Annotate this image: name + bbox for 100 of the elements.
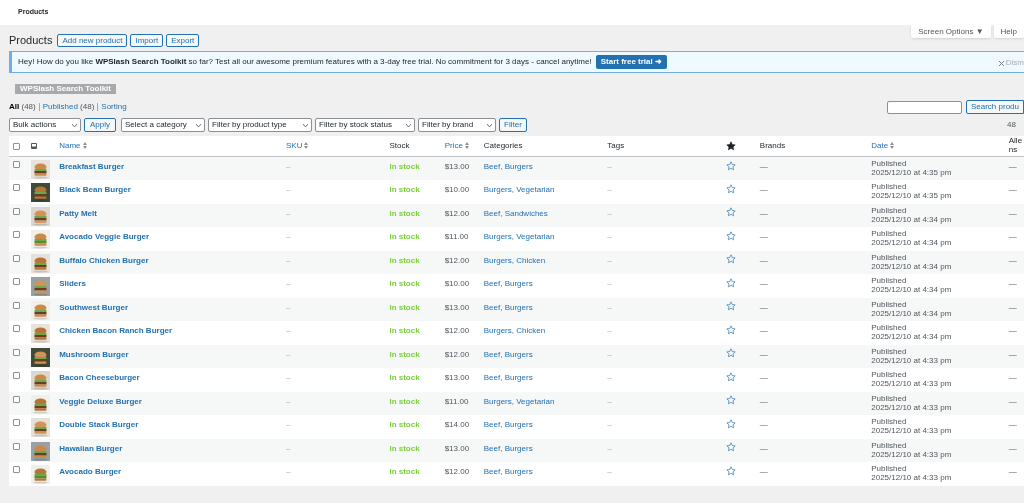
product-name-link[interactable]: Buffalo Chicken Burger (59, 255, 149, 265)
checkbox[interactable] (13, 207, 20, 215)
star-icon[interactable] (725, 371, 736, 382)
sku-text: – (286, 349, 291, 359)
product-name-link[interactable]: Avocado Veggie Burger (59, 232, 150, 241)
sku-text: – (286, 232, 291, 241)
category-links[interactable]: Beef, Burgers (483, 302, 533, 312)
column-header[interactable]: Name (59, 141, 87, 150)
star-icon[interactable] (725, 160, 736, 171)
checkbox[interactable] (13, 161, 20, 168)
header-button[interactable]: Export (166, 33, 200, 47)
product-name-link[interactable]: Breakfast Burger (59, 162, 125, 171)
screen-tab[interactable]: Help (993, 25, 1024, 38)
category-links[interactable]: Beef, Burgers (483, 349, 533, 359)
star-icon[interactable] (725, 230, 736, 241)
star-icon[interactable] (725, 301, 736, 312)
view-link[interactable]: Published (48) (42, 101, 95, 113)
checkbox[interactable] (13, 142, 20, 150)
status-text: Published (871, 229, 908, 238)
checkbox[interactable] (13, 466, 20, 473)
brands-text: — (759, 162, 768, 171)
star-icon[interactable] (725, 254, 736, 265)
category-links[interactable]: Burgers, Vegetarian (483, 185, 555, 194)
chevron-icon (303, 123, 308, 127)
status-text: Published (871, 159, 908, 168)
screen-tab[interactable]: Screen Options ▼ (911, 25, 991, 38)
price-text: $13.00 (444, 162, 470, 171)
status-text: Published (871, 417, 908, 426)
checkbox[interactable] (13, 325, 20, 332)
checkbox[interactable] (13, 395, 20, 403)
header-button[interactable]: Add new product (57, 33, 128, 47)
allergens-text: — (1008, 373, 1017, 382)
dropdown[interactable]: Filter by stock status (315, 118, 415, 132)
checkbox[interactable] (13, 442, 20, 450)
column-header[interactable]: Price (444, 141, 469, 150)
category-links[interactable]: Burgers, Chicken (483, 326, 546, 335)
checkbox[interactable] (13, 419, 20, 426)
stock-status: In stock (389, 349, 420, 359)
start-trial-button[interactable]: Start free trial ➜ (595, 55, 667, 69)
product-name-link[interactable]: Veggie Deluxe Burger (59, 396, 142, 406)
view-link[interactable]: Sorting (101, 101, 127, 113)
category-links[interactable]: Burgers, Vegetarian (483, 232, 555, 241)
category-links[interactable]: Beef, Burgers (483, 420, 533, 429)
product-name-link[interactable]: Chicken Bacon Ranch Burger (59, 326, 173, 335)
dropdown[interactable]: Filter by product type (208, 118, 312, 132)
star-icon[interactable] (725, 395, 736, 406)
search-button[interactable]: Search produ (965, 100, 1024, 114)
category-links[interactable]: Beef, Burgers (483, 162, 533, 171)
header-button[interactable]: Import (130, 33, 164, 47)
star-icon[interactable] (725, 442, 736, 453)
dropdown[interactable]: Bulk actions (9, 118, 81, 132)
star-icon[interactable] (725, 418, 736, 429)
allergens-text: — (1008, 208, 1017, 218)
product-name-link[interactable]: Sliders (59, 279, 86, 288)
category-links[interactable]: Beef, Burgers (483, 467, 533, 476)
allergens-text: — (1008, 396, 1017, 406)
checkbox[interactable] (13, 301, 20, 309)
star-icon[interactable] (725, 465, 736, 476)
product-name-link[interactable]: Southwest Burger (59, 302, 129, 312)
star-icon[interactable] (725, 277, 736, 288)
star-icon[interactable] (725, 324, 736, 335)
filter-button[interactable]: Filter (499, 118, 527, 132)
product-name-link[interactable]: Avocado Burger (59, 467, 122, 476)
product-name-link[interactable]: Mushroom Burger (59, 349, 129, 359)
allergens-text: — (1008, 279, 1017, 288)
checkbox[interactable] (13, 231, 20, 238)
category-links[interactable]: Beef, Sandwiches (483, 208, 548, 218)
product-name-link[interactable]: Double Stack Burger (59, 420, 139, 429)
product-name-link[interactable]: Hawaiian Burger (59, 443, 123, 453)
star-icon[interactable] (725, 207, 736, 218)
checkbox[interactable] (13, 348, 20, 356)
category-links[interactable]: Beef, Burgers (483, 443, 533, 453)
dropdown[interactable]: Filter by brand (418, 118, 496, 132)
category-links[interactable]: Beef, Burgers (483, 373, 533, 382)
stock-status: In stock (389, 208, 420, 218)
product-name-link[interactable]: Patty Melt (59, 208, 97, 218)
column-header[interactable]: SKU (286, 141, 309, 150)
checkbox[interactable] (13, 278, 20, 285)
search-field[interactable] (886, 100, 962, 114)
price-text: $14.00 (444, 420, 470, 429)
product-name-link[interactable]: Bacon Cheeseburger (59, 373, 140, 382)
column-header[interactable]: Date (871, 141, 895, 150)
product-name-link[interactable]: Black Bean Burger (59, 185, 131, 194)
view-link[interactable]: All (48) (9, 101, 36, 113)
category-links[interactable]: Beef, Burgers (483, 279, 533, 288)
apply-button[interactable]: Apply (84, 118, 116, 132)
category-links[interactable]: Burgers, Chicken (483, 255, 546, 265)
star-icon[interactable] (725, 348, 736, 359)
checkbox[interactable] (13, 254, 20, 262)
close-icon[interactable] (998, 60, 1004, 66)
price-text: $13.00 (444, 373, 470, 382)
category-links[interactable]: Burgers, Vegetarian (483, 396, 555, 406)
star-icon[interactable] (725, 183, 736, 194)
image-icon (31, 143, 38, 149)
checkbox[interactable] (13, 372, 20, 379)
chevron-icon (487, 123, 492, 127)
status-text: Published (871, 252, 908, 262)
allergens-text: — (1008, 443, 1017, 453)
checkbox[interactable] (13, 184, 20, 191)
dropdown[interactable]: Select a category (121, 118, 205, 132)
